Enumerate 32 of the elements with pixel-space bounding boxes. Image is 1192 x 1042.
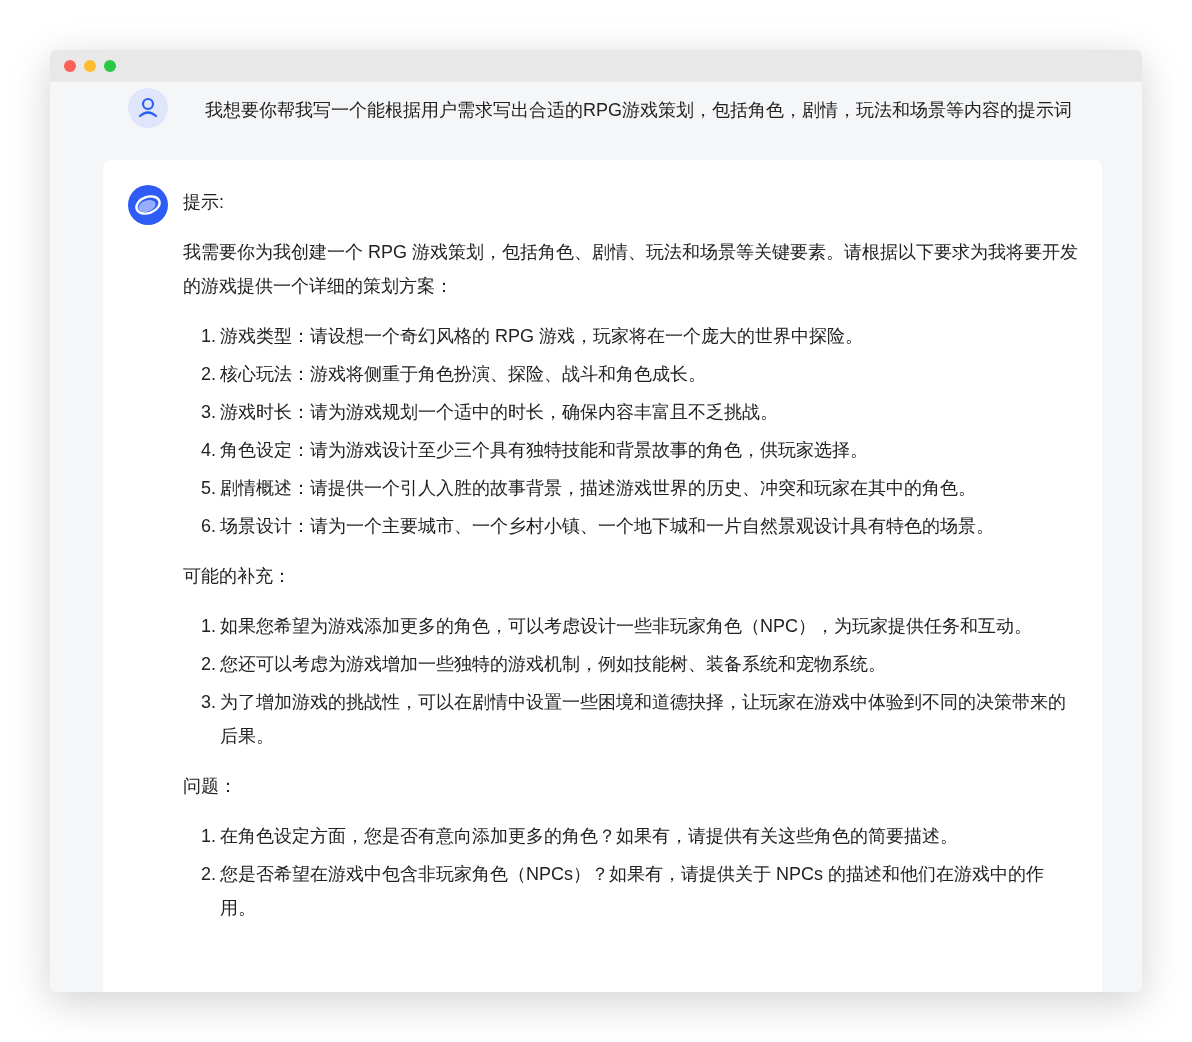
list-item-text: 角色设定：请为游戏设计至少三个具有独特技能和背景故事的角色，供玩家选择。 xyxy=(220,439,868,462)
list-item-text: 游戏时长：请为游戏规划一个适中的时长，确保内容丰富且不乏挑战。 xyxy=(220,401,778,424)
section-title: 可能的补充： xyxy=(183,565,292,588)
reply-heading: 提示: xyxy=(183,191,225,214)
list-number: 1. xyxy=(201,325,216,348)
list-item-text: 您还可以考虑为游戏增加一些独特的游戏机制，例如技能树、装备系统和宠物系统。 xyxy=(220,653,886,676)
list-number: 6. xyxy=(201,515,216,538)
list-number: 2. xyxy=(201,863,216,886)
list-number: 3. xyxy=(201,401,216,424)
minimize-button[interactable] xyxy=(84,60,96,72)
list-item-text: 游戏类型：请设想一个奇幻风格的 RPG 游戏，玩家将在一个庞大的世界中探险。 xyxy=(220,325,864,348)
list-number: 2. xyxy=(201,653,216,676)
list-item-text: 如果您希望为游戏添加更多的角色，可以考虑设计一些非玩家角色（NPC），为玩家提供任务和互动。 xyxy=(220,615,1033,638)
maximize-button[interactable] xyxy=(104,60,116,72)
list-number: 2. xyxy=(201,363,216,386)
assistant-logo-icon xyxy=(128,185,168,225)
list-item-text: 您是否希望在游戏中包含非玩家角色（NPCs）？如果有，请提供关于 NPCs 的描述和他们在游戏中的作用。 xyxy=(220,863,1046,920)
user-avatar-icon xyxy=(128,88,168,128)
list-item-text: 在角色设定方面，您是否有意向添加更多的角色？如果有，请提供有关这些角色的简要描述。 xyxy=(220,825,958,848)
list-item-text: 为了增加游戏的挑战性，可以在剧情中设置一些困境和道德抉择，让玩家在游戏中体验到不同的决策带来的后果。 xyxy=(220,691,1067,748)
user-message: 我想要你帮我写一个能根据用户需求写出合适的RPG游戏策划，包括角色，剧情，玩法和场景等内容的提示词 xyxy=(204,99,1072,122)
list-item-text: 核心玩法：游戏将侧重于角色扮演、探险、战斗和角色成长。 xyxy=(220,363,706,386)
list-number: 1. xyxy=(201,825,216,848)
list-number: 3. xyxy=(201,691,216,714)
list-number: 4. xyxy=(201,439,216,462)
list-number: 5. xyxy=(201,477,216,500)
intro-paragraph: 我需要你为我创建一个 RPG 游戏策划，包括角色、剧情、玩法和场景等关键要素。请根据以下要求为我将要开发的游戏提供一个详细的策划方案： xyxy=(183,241,1079,298)
section-title: 问题： xyxy=(183,775,238,798)
list-number: 1. xyxy=(201,615,216,638)
close-button[interactable] xyxy=(64,60,76,72)
list-item-text: 剧情概述：请提供一个引人入胜的故事背景，描述游戏世界的历史、冲突和玩家在其中的角色。 xyxy=(220,477,976,500)
list-item-text: 场景设计：请为一个主要城市、一个乡村小镇、一个地下城和一片自然景观设计具有特色的场景。 xyxy=(220,515,994,538)
